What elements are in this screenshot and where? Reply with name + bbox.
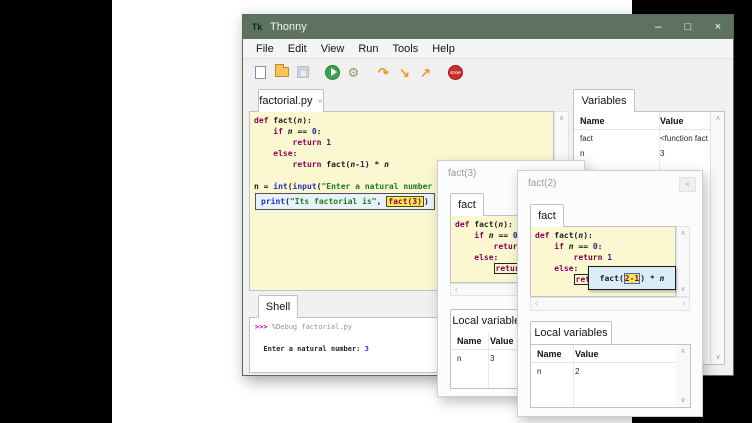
step-over-icon: ↷ [378,66,389,79]
scroll-right-icon[interactable]: › [683,301,685,308]
menu-help[interactable]: Help [425,39,462,59]
variables-scrollbar[interactable]: ∧ ∨ [710,112,725,364]
minimize-button[interactable]: – [643,15,673,39]
titlebar[interactable]: Tk Thonny – □ × [243,15,733,39]
step-over-button[interactable]: ↷ [375,63,392,81]
active-statement-box: print("Its factorial is", fact(3)) [255,193,435,210]
table-cell: n [451,350,484,365]
locals-header: Name Value [531,345,690,363]
local-variables-table: Name Value n2 ∧ ∨ [530,344,691,408]
table-row[interactable]: n3 [574,145,724,160]
tab-factorial-py[interactable]: factorial.py × [258,89,324,112]
code-line: return 1 [535,252,675,263]
run-button[interactable] [324,63,341,81]
scroll-up-icon[interactable]: ∧ [555,115,568,122]
menu-view[interactable]: View [314,39,352,59]
open-file-button[interactable] [273,63,290,81]
scroll-down-icon[interactable]: ∨ [711,354,725,361]
tab-label: Variables [581,95,626,107]
tab-label: Shell [266,301,290,313]
table-cell: n [574,145,654,160]
step-out-button[interactable]: ↗ [417,63,434,81]
tab-label: fact [538,210,556,222]
open-folder-icon [275,67,289,77]
locals-rows: n2 [531,363,690,378]
menu-run[interactable]: Run [351,39,385,59]
background: Tk Thonny – □ × File Edit View Run Tools… [112,0,632,423]
tab-label: Local variables [534,327,607,339]
column-divider [573,345,574,407]
scroll-down-icon[interactable]: ∨ [677,286,689,293]
tab-fact[interactable]: fact [450,193,484,216]
scroll-up-icon[interactable]: ∧ [677,230,689,237]
save-file-button[interactable] [294,63,311,81]
window-title: Thonny [270,21,307,33]
tab-shell[interactable]: Shell [258,295,298,318]
frame-title: fact(3) [448,168,476,179]
save-icon [297,66,309,78]
step-into-button[interactable]: ↘ [396,63,413,81]
variables-header: Name Value [574,112,724,130]
stack-frame-fact2-window: fact(2) × fact def fact(n): if n == 0: r… [517,170,703,417]
frame-hscrollbar[interactable]: ‹ › [530,297,690,311]
tab-variables[interactable]: Variables [573,89,635,112]
new-file-icon [255,66,266,79]
debug-button[interactable]: ⚙ [345,63,362,81]
code-line: return 1 [254,137,553,148]
step-out-icon: ↗ [420,66,431,79]
column-header-name[interactable]: Name [451,332,484,349]
scroll-left-icon[interactable]: ‹ [455,286,457,293]
menubar: File Edit View Run Tools Help [243,39,733,59]
close-button[interactable]: × [703,15,733,39]
tab-close-icon[interactable]: × [317,96,322,106]
variables-rows: fact<function fact an3 [574,130,724,160]
column-divider [488,332,489,388]
stop-button[interactable]: STOP [447,63,464,81]
tab-label: factorial.py [259,95,312,107]
tab-local-variables[interactable]: Local variables [530,321,612,344]
run-play-icon [325,65,340,80]
code-line: else: [254,148,553,159]
column-header-value[interactable]: Value [654,112,710,129]
column-header-value[interactable]: Value [569,345,663,362]
new-file-button[interactable] [252,63,269,81]
table-row[interactable]: fact<function fact a [574,130,724,145]
app-icon: Tk [249,19,265,35]
code-line: if n == 0: [535,241,675,252]
tab-label: Local variables [452,315,525,327]
locals-scrollbar[interactable]: ∧ ∨ [676,345,690,407]
frame-title: fact(2) [528,178,556,189]
column-header-name[interactable]: Name [531,345,569,362]
tab-label: fact [458,199,476,211]
table-cell: 3 [654,145,710,160]
tab-fact[interactable]: fact [530,204,564,227]
code-line: def fact(n): [254,115,553,126]
code-line: def fact(n): [535,230,675,241]
evaluation-popup: fact(2-1) * n [588,266,676,290]
table-cell: fact [574,130,654,145]
stop-icon: STOP [448,65,463,80]
menu-edit[interactable]: Edit [281,39,314,59]
scroll-up-icon[interactable]: ∧ [711,115,725,122]
menu-file[interactable]: File [249,39,281,59]
code-line: fact(2-1) * n [600,273,665,284]
maximize-button[interactable]: □ [673,15,703,39]
scroll-down-icon[interactable]: ∨ [676,397,690,404]
code-line: if n == 0: [254,126,553,137]
frame-vscrollbar[interactable]: ∧ ∨ [676,226,690,297]
debug-gear-icon: ⚙ [348,66,360,79]
scroll-left-icon[interactable]: ‹ [535,301,537,308]
scroll-up-icon[interactable]: ∧ [676,348,690,355]
step-into-icon: ↘ [399,66,410,79]
toolbar: ⚙ ↷ ↘ ↗ STOP [243,59,733,85]
menu-tools[interactable]: Tools [386,39,426,59]
table-row[interactable]: n2 [531,363,690,378]
window-controls: – □ × [643,15,733,39]
column-header-name[interactable]: Name [574,112,654,129]
table-cell: <function fact a [654,130,710,145]
frame-close-button[interactable]: × [679,177,696,192]
table-cell: 2 [569,363,663,378]
table-cell: n [531,363,569,378]
